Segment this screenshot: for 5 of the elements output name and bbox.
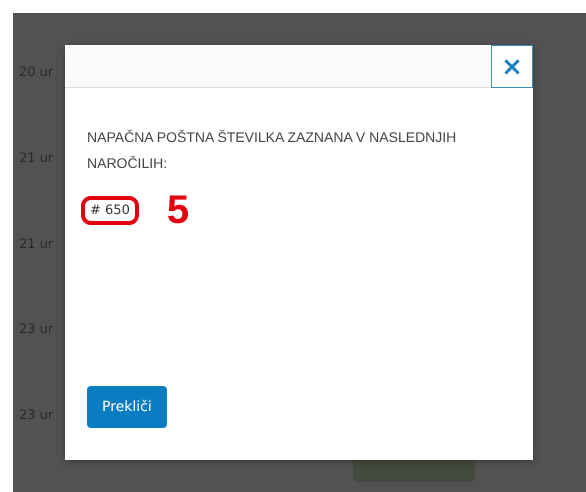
cancel-button[interactable]: Prekliči <box>87 386 167 428</box>
order-number: # 650 <box>81 196 139 224</box>
annotation-number: 5 <box>166 190 190 230</box>
close-button[interactable]: × <box>491 45 533 88</box>
error-message: NAPAČNA POŠTNA ŠTEVILKA ZAZNANA V NASLEDNJIH NAROČILIH: <box>87 128 458 173</box>
